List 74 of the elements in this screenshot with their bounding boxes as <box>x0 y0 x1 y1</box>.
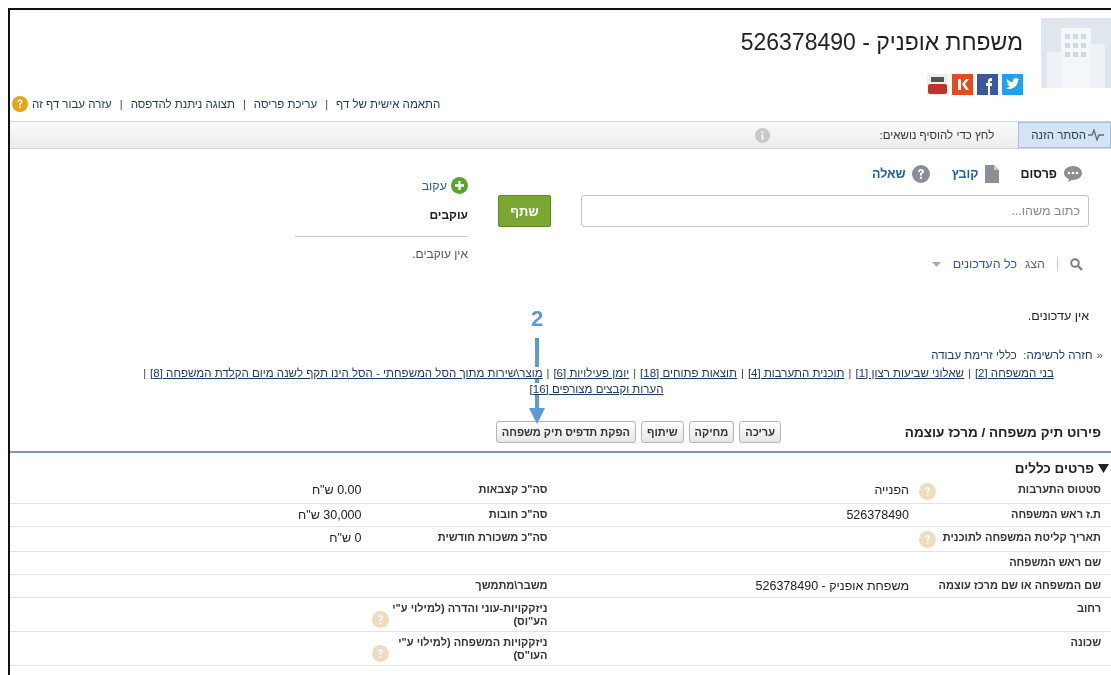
page-link[interactable]: תצוגה ניתנת להדפסה <box>130 98 235 110</box>
related-list-link[interactable]: שאלוני שביעות רצון [1] <box>855 367 964 379</box>
page-link[interactable]: עזרה עבור דף זה <box>32 98 112 110</box>
back-marker: « <box>1096 349 1103 361</box>
page-title: משפחת אופניק - 526378490 <box>740 28 1023 56</box>
related-list-link[interactable]: בני המשפחה [2] <box>974 367 1054 379</box>
field-label: סטטוס התערבות <box>1017 483 1101 496</box>
field-label: ת.ז ראש המשפחה <box>1010 508 1101 521</box>
publisher-tab[interactable]: שאלה <box>872 165 930 183</box>
field-value: משפחת אופניק - 526378490 <box>755 579 909 593</box>
search-icon[interactable] <box>1070 257 1083 271</box>
separator: | <box>142 367 148 379</box>
hide-feed-button[interactable]: הסתר הזנה <box>1018 122 1111 148</box>
field-label: משבר\מתמשך <box>475 579 548 592</box>
page-link[interactable]: עריכת פריסה <box>253 98 318 110</box>
back-to-list-link[interactable]: חזרה לרשימה: כללי זרימת עבודה <box>931 349 1093 361</box>
twitter-icon[interactable] <box>1002 74 1023 95</box>
separator: | <box>847 367 853 379</box>
action-button[interactable]: מחיקה <box>688 421 735 443</box>
speech-bubble-icon <box>1063 165 1083 183</box>
facebook-icon[interactable] <box>977 74 998 95</box>
field-label: תאריך קליטת המשפחה לתוכנית <box>942 531 1101 544</box>
related-list-link[interactable]: מוצר\שירות מתוך הסל המשפחתי - הסל הינו תקף לשנה מיום הקלדת המשפחה [8] <box>150 367 543 379</box>
detail-title: פירוט תיק משפחה / מרכז עוצמה <box>903 424 1101 440</box>
field-label: ניזקקויות-עוני והדרה (למילוי ע"י הע"וס) <box>391 602 548 628</box>
separator: | <box>241 98 247 110</box>
no-followers-text: אין עוקבים. <box>411 247 468 261</box>
caret-icon <box>931 261 941 267</box>
expand-triangle-icon[interactable] <box>1098 463 1109 473</box>
separator: | <box>118 98 124 110</box>
publisher-tab[interactable]: קובץ <box>951 165 999 183</box>
action-button[interactable]: שיתוף <box>641 421 684 443</box>
separator: | <box>967 367 972 379</box>
field-label: סה"כ קצבאות <box>478 483 548 496</box>
plus-icon <box>451 177 468 194</box>
klout-icon[interactable] <box>952 74 973 95</box>
separator: | <box>740 367 745 379</box>
field-label: סה"כ משכורת חודשית <box>437 531 548 544</box>
filter-dropdown[interactable]: כל העדכונים <box>931 257 1017 271</box>
section-title: פרטים כללים <box>1014 460 1094 476</box>
field-label: ניזקקויות המשפחה (למילוי ע"י העו"ס) <box>397 636 548 662</box>
empty-feed-text: אין עדכונים. <box>1026 309 1089 323</box>
separator: | <box>324 98 329 110</box>
followers-title: עוקבים <box>295 208 468 237</box>
field-label: שכונה <box>1070 636 1101 649</box>
related-list-link[interactable]: יומן פעילויות [6] <box>553 367 630 379</box>
field-label: רחוב <box>1076 602 1101 615</box>
field-value: הפנייה <box>874 483 909 497</box>
help-icon[interactable] <box>12 96 28 112</box>
field-value: 0 ש"ח <box>329 531 362 545</box>
file-icon <box>984 165 999 183</box>
pulse-icon <box>1088 129 1104 141</box>
field-value: 526378490 <box>846 508 909 522</box>
field-value: 30,000 ש"ח <box>298 508 362 522</box>
separator: | <box>632 367 638 379</box>
publisher-tab[interactable]: פרסום <box>1020 165 1083 183</box>
question-icon <box>911 165 930 183</box>
follow-link[interactable]: עקוב <box>295 177 468 194</box>
field-value: 0.00 ש"ח <box>311 483 362 497</box>
related-list-link[interactable]: הערות וקבצים מצורפים [16] <box>529 383 664 395</box>
action-button[interactable]: עריכה <box>739 421 781 443</box>
field-label: סה"כ חובות <box>488 508 548 521</box>
field-label: שם המשפחה או שם מרכז עוצמה <box>938 579 1101 592</box>
post-input-field[interactable]: כתוב משהו... <box>581 195 1089 227</box>
separator: | <box>545 367 551 379</box>
page-link[interactable]: התאמה אישית של דף <box>336 98 441 110</box>
youtube-icon[interactable] <box>927 74 948 95</box>
info-icon <box>754 127 770 143</box>
add-topics-link[interactable]: לחץ כדי להוסיף נושאים: <box>879 129 995 141</box>
field-label: שם ראש המשפחה <box>1009 556 1101 569</box>
action-button[interactable]: הפקת תדפיס תיק משפחה <box>495 421 636 443</box>
show-label: הצג <box>1024 257 1045 271</box>
related-list-link[interactable]: תוכנית התערבות [4] <box>747 367 845 379</box>
related-list-link[interactable]: תוצאות פתוחים [18] <box>640 367 738 379</box>
